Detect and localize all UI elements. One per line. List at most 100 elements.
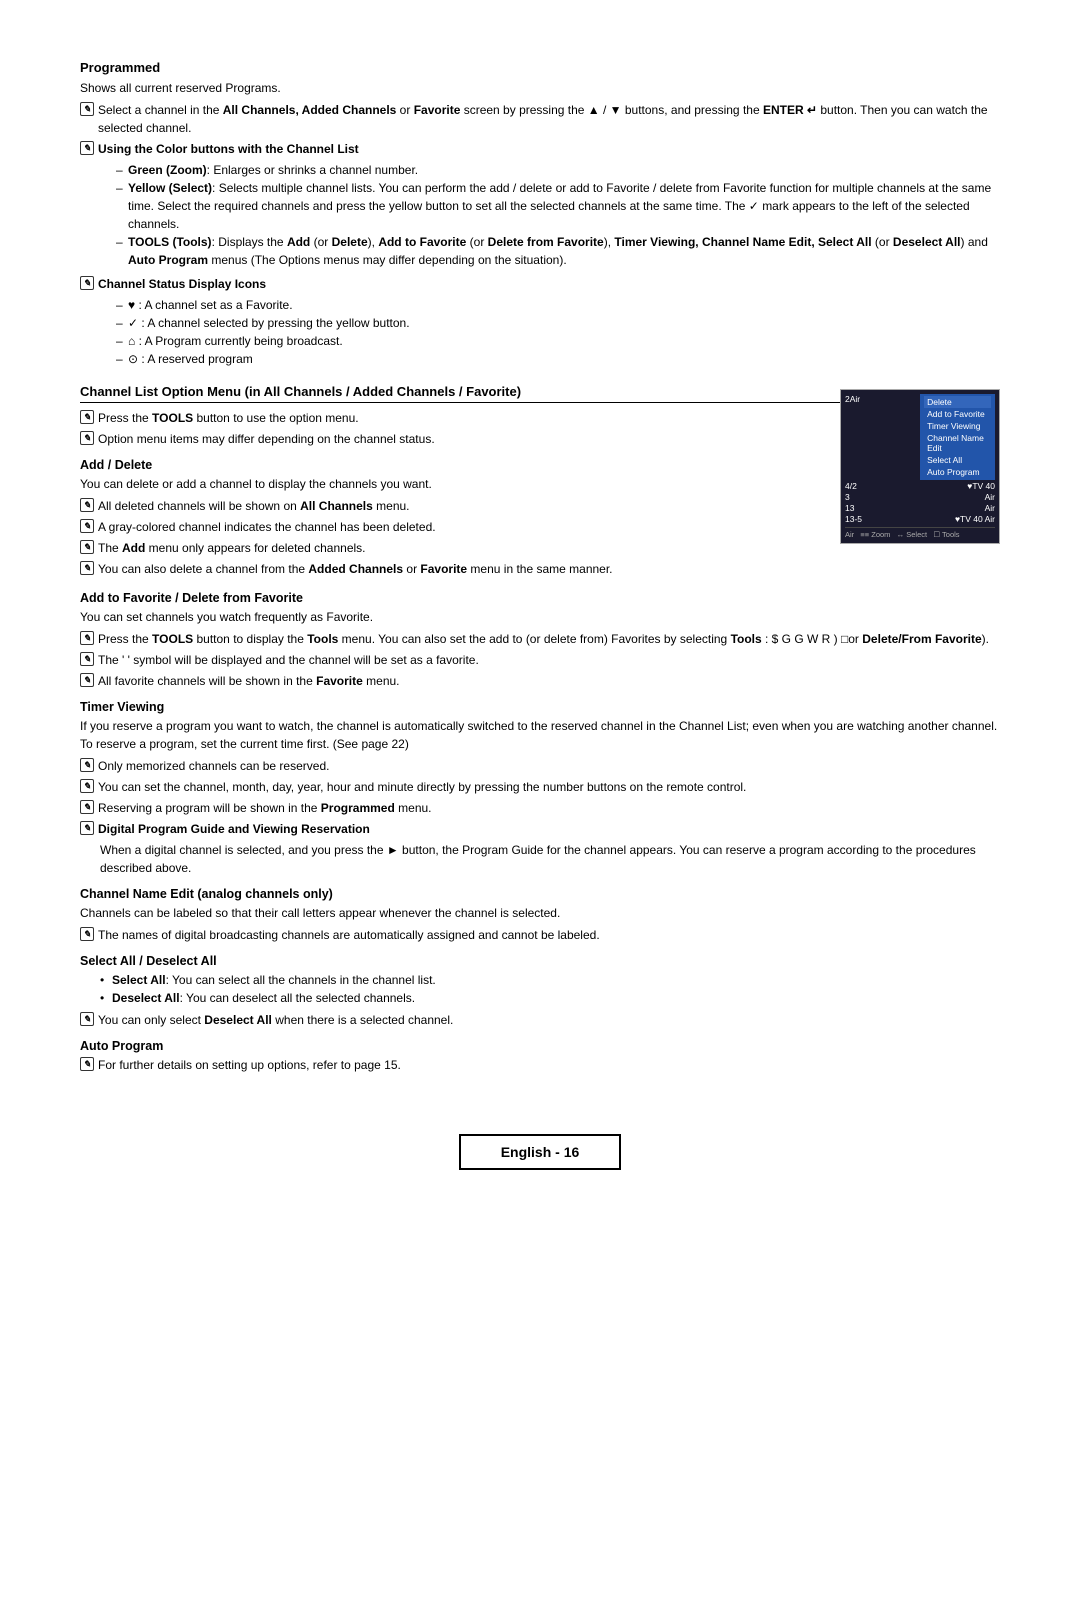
- note-icon-all-fav: ✎: [80, 673, 94, 687]
- note-text-2: Using the Color buttons with the Channel…: [98, 140, 1000, 158]
- note-digital-auto-assign: ✎ The names of digital broadcasting chan…: [80, 926, 1000, 944]
- programmed-title: Programmed: [80, 60, 1000, 75]
- note-row-channel-status: ✎ Channel Status Display Icons: [80, 275, 1000, 293]
- note-tools-button: ✎ Press the TOOLS button to use the opti…: [80, 409, 824, 427]
- ch-label-3: Air: [985, 492, 995, 502]
- note-icon-all-ch: ✎: [80, 498, 94, 512]
- ch-num-135: 13-5: [845, 514, 862, 524]
- color-item-yellow: Yellow (Select): Selects multiple channe…: [116, 179, 1000, 233]
- note-icon-auto-prog: ✎: [80, 1057, 94, 1071]
- note-icon-memorized: ✎: [80, 758, 94, 772]
- note-reserving: ✎ Reserving a program will be shown in t…: [80, 799, 1000, 817]
- note-text-dig-guide: Digital Program Guide and Viewing Reserv…: [98, 820, 1000, 838]
- status-broadcast: ⌂ : A Program currently being broadcast.: [116, 332, 1000, 350]
- color-buttons-list: Green (Zoom): Enlarges or shrinks a chan…: [116, 161, 1000, 269]
- select-all-header: Select All / Deselect All: [80, 954, 1000, 968]
- select-all-item: Select All: You can select all the chann…: [100, 971, 1000, 989]
- note-icon-gray-ch: ✎: [80, 519, 94, 533]
- note-delete-from-added: ✎ You can also delete a channel from the…: [80, 560, 1000, 578]
- note-icon-tools-btn: ✎: [80, 410, 94, 424]
- note-text-1: Select a channel in the All Channels, Ad…: [98, 101, 1000, 137]
- note-tools-display: ✎ Press the TOOLS button to display the …: [80, 630, 1000, 648]
- menu-item-auto-program: Auto Program: [924, 466, 991, 478]
- note-text-auto-prog: For further details on setting up option…: [98, 1056, 1000, 1074]
- note-add-menu: ✎ The Add menu only appears for deleted …: [80, 539, 824, 557]
- note-icon-del-added: ✎: [80, 561, 94, 575]
- note-text-dig-auto: The names of digital broadcasting channe…: [98, 926, 1000, 944]
- digital-desc: When a digital channel is selected, and …: [100, 841, 1000, 877]
- ch-label-135: ♥TV 40 Air: [955, 514, 995, 524]
- note-icon-1: ✎: [80, 102, 94, 116]
- note-digital-guide: ✎ Digital Program Guide and Viewing Rese…: [80, 820, 1000, 838]
- page-content: Programmed Shows all current reserved Pr…: [80, 60, 1000, 1170]
- menu-item-channel-name-edit: Channel Name Edit: [924, 432, 991, 454]
- note-row-1: ✎ Select a channel in the All Channels, …: [80, 101, 1000, 137]
- note-icon-set-ch: ✎: [80, 779, 94, 793]
- ch-num-3: 3: [845, 492, 850, 502]
- footer-label: English - 16: [501, 1144, 580, 1160]
- menu-item-add-favorite: Add to Favorite: [924, 408, 991, 420]
- note-text-gray-ch: A gray-colored channel indicates the cha…: [98, 518, 824, 536]
- footer-box: English - 16: [459, 1134, 622, 1170]
- note-icon-sym-fav: ✎: [80, 652, 94, 666]
- ch-num-42: 4/2: [845, 481, 857, 491]
- note-text-all-fav: All favorite channels will be shown in t…: [98, 672, 1000, 690]
- channel-row-135: 13-5 ♥TV 40 Air: [845, 514, 995, 524]
- add-favorite-header: Add to Favorite / Delete from Favorite: [80, 591, 1000, 605]
- note-icon-dig-guide: ✎: [80, 821, 94, 835]
- note-text-set-ch: You can set the channel, month, day, yea…: [98, 778, 1000, 796]
- channel-ui-col-label: Air: [850, 394, 860, 480]
- note-memorized: ✎ Only memorized channels can be reserve…: [80, 757, 1000, 775]
- note-auto-program: ✎ For further details on setting up opti…: [80, 1056, 1000, 1074]
- note-gray-channel: ✎ A gray-colored channel indicates the c…: [80, 518, 824, 536]
- ch-num-13: 13: [845, 503, 854, 513]
- color-item-tools: TOOLS (Tools): Displays the Add (or Dele…: [116, 233, 1000, 269]
- note-text-tools-btn: Press the TOOLS button to use the option…: [98, 409, 824, 427]
- channel-ui-header-row: 2 Air Delete Add to Favorite Timer Viewi…: [845, 394, 995, 480]
- note-text-option-diff: Option menu items may differ depending o…: [98, 430, 824, 448]
- note-all-channels: ✎ All deleted channels will be shown on …: [80, 497, 824, 515]
- ch-label-42: ♥TV 40: [967, 481, 995, 491]
- channel-ui-bottom: Air ≡≡ Zoom ↔ Select ☐ Tools: [845, 527, 995, 539]
- note-row-2: ✎ Using the Color buttons with the Chann…: [80, 140, 1000, 158]
- select-all-list: Select All: You can select all the chann…: [100, 971, 1000, 1007]
- timer-viewing-desc: If you reserve a program you want to wat…: [80, 717, 1000, 753]
- note-icon-option-diff: ✎: [80, 431, 94, 445]
- note-text-channel-status: Channel Status Display Icons: [98, 275, 1000, 293]
- note-icon-channel-status: ✎: [80, 276, 94, 290]
- note-text-desel-all: You can only select Deselect All when th…: [98, 1011, 1000, 1029]
- note-icon-tools-disp: ✎: [80, 631, 94, 645]
- note-text-reserving: Reserving a program will be shown in the…: [98, 799, 1000, 817]
- add-favorite-desc: You can set channels you watch frequentl…: [80, 608, 1000, 626]
- channel-row-13: 13 Air: [845, 503, 995, 513]
- menu-item-timer-viewing: Timer Viewing: [924, 420, 991, 432]
- note-text-memorized: Only memorized channels can be reserved.: [98, 757, 1000, 775]
- ch-label-13: Air: [985, 503, 995, 513]
- note-set-channel: ✎ You can set the channel, month, day, y…: [80, 778, 1000, 796]
- channel-status-list: ♥ : A channel set as a Favorite. ✓ : A c…: [116, 296, 1000, 368]
- note-option-menu-diff: ✎ Option menu items may differ depending…: [80, 430, 824, 448]
- note-symbol-fav: ✎ The ' ' symbol will be displayed and t…: [80, 651, 1000, 669]
- status-reserved: ⊙ : A reserved program: [116, 350, 1000, 368]
- timer-viewing-header: Timer Viewing: [80, 700, 1000, 714]
- note-text-all-ch: All deleted channels will be shown on Al…: [98, 497, 824, 515]
- channel-ui-image: 2 Air Delete Add to Favorite Timer Viewi…: [840, 389, 1000, 544]
- channel-row-42: 4/2 ♥TV 40: [845, 481, 995, 491]
- note-icon-reserving: ✎: [80, 800, 94, 814]
- status-check: ✓ : A channel selected by pressing the y…: [116, 314, 1000, 332]
- footer-area: English - 16: [80, 1134, 1000, 1170]
- programmed-desc: Shows all current reserved Programs.: [80, 79, 1000, 97]
- menu-item-delete: Delete: [924, 396, 991, 408]
- note-icon-desel-all: ✎: [80, 1012, 94, 1026]
- menu-item-select-all: Select All: [924, 454, 991, 466]
- channel-list-content: 2 Air Delete Add to Favorite Timer Viewi…: [80, 409, 1000, 581]
- deselect-all-item: Deselect All: You can deselect all the s…: [100, 989, 1000, 1007]
- note-text-tools-disp: Press the TOOLS button to display the To…: [98, 630, 1000, 648]
- note-text-sym-fav: The ' ' symbol will be displayed and the…: [98, 651, 1000, 669]
- note-text-del-added: You can also delete a channel from the A…: [98, 560, 1000, 578]
- status-favorite: ♥ : A channel set as a Favorite.: [116, 296, 1000, 314]
- note-deselect-all: ✎ You can only select Deselect All when …: [80, 1011, 1000, 1029]
- note-all-fav: ✎ All favorite channels will be shown in…: [80, 672, 1000, 690]
- auto-program-header: Auto Program: [80, 1039, 1000, 1053]
- color-item-green: Green (Zoom): Enlarges or shrinks a chan…: [116, 161, 1000, 179]
